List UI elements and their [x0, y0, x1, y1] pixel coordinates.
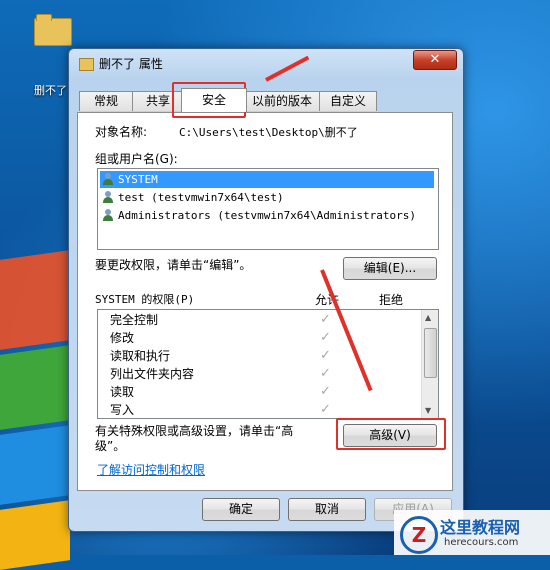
title-bar[interactable]: 删不了 属性 ✕: [69, 49, 463, 77]
cancel-button-label: 取消: [314, 502, 339, 516]
allow-check-icon: ✓: [320, 312, 331, 327]
user-list[interactable]: SYSTEM test (testvmwin7x64\test) Adminis…: [97, 168, 439, 250]
list-item: 写入 ✓: [110, 401, 410, 418]
permission-name: 完全控制: [110, 313, 159, 327]
object-name-label: 对象名称:: [95, 125, 148, 139]
user-name: test (testvmwin7x64\test): [118, 191, 284, 204]
scroll-down-icon[interactable]: ▼: [425, 406, 431, 415]
allow-check-icon: ✓: [320, 348, 331, 363]
watermark: Z 这里教程网 herecours.com: [394, 510, 550, 555]
permissions-list[interactable]: 完全控制 ✓ 修改 ✓ 读取和执行 ✓ 列出文件夹内容 ✓ 读取 ✓ 写入 ✓ ▲ ▼: [97, 309, 439, 419]
permission-name: 修改: [110, 331, 135, 345]
ok-button[interactable]: 确定: [202, 498, 280, 521]
list-item: 读取和执行 ✓: [110, 347, 410, 365]
ok-button-label: 确定: [228, 502, 253, 516]
permission-name: 列出文件夹内容: [110, 367, 195, 381]
deny-header: 拒绝: [379, 293, 404, 307]
permissions-scrollbar[interactable]: ▲ ▼: [421, 310, 438, 418]
folder-icon: [34, 14, 72, 46]
edit-hint: 要更改权限，请单击“编辑”。: [95, 258, 252, 272]
cancel-button[interactable]: 取消: [288, 498, 366, 521]
tab-security[interactable]: 安全: [181, 88, 247, 112]
tab-general[interactable]: 常规: [79, 91, 133, 111]
allow-check-icon: ✓: [320, 384, 331, 399]
watermark-name: 这里教程网: [440, 518, 521, 537]
list-item: 读取 ✓: [110, 383, 410, 401]
advanced-button-highlight: [336, 418, 446, 450]
allow-check-icon: ✓: [320, 402, 331, 417]
properties-window: 删不了 属性 ✕ 常规 共享 安全 以前的版本 自定义 对象名称: C:\Use…: [68, 48, 464, 532]
tab-customize[interactable]: 自定义: [319, 91, 377, 111]
tab-label: 自定义: [329, 94, 366, 108]
permission-name: 写入: [110, 403, 135, 417]
permission-name: 读取和执行: [110, 349, 171, 363]
desktop-folder-shortcut[interactable]: 删不了: [30, 14, 74, 97]
learn-access-control-link[interactable]: 了解访问控制和权限: [97, 461, 205, 478]
tab-previous-versions[interactable]: 以前的版本: [243, 91, 321, 111]
list-item[interactable]: Administrators (testvmwin7x64\Administra…: [100, 207, 434, 224]
close-button[interactable]: ✕: [413, 50, 457, 70]
users-group-icon: [102, 209, 114, 221]
edit-button-label: 编辑(E)...: [363, 261, 417, 275]
tab-label: 共享: [145, 94, 170, 108]
tab-label: 常规: [93, 94, 118, 108]
folder-icon: [79, 56, 94, 71]
allow-check-icon: ✓: [320, 330, 331, 345]
users-group-icon: [102, 173, 114, 185]
list-item[interactable]: test (testvmwin7x64\test): [100, 189, 434, 206]
close-icon: ✕: [429, 52, 441, 67]
allow-check-icon: ✓: [320, 366, 331, 381]
user-name: Administrators (testvmwin7x64\Administra…: [118, 209, 417, 222]
group-label: 组或用户名(G):: [95, 152, 178, 166]
scroll-up-icon[interactable]: ▲: [425, 313, 431, 322]
permissions-label: SYSTEM 的权限(P): [95, 293, 195, 306]
desktop-folder-label: 删不了: [34, 84, 67, 97]
advanced-hint-cont: 级”。: [95, 439, 126, 453]
user-icon: [102, 191, 114, 203]
list-item: 修改 ✓: [110, 329, 410, 347]
window-title: 删不了 属性: [99, 57, 163, 71]
user-name: SYSTEM: [118, 173, 158, 186]
scroll-thumb[interactable]: [424, 328, 437, 378]
object-name-value: C:\Users\test\Desktop\删不了: [179, 126, 358, 139]
tab-label: 以前的版本: [251, 94, 312, 108]
windows-logo-yellow: [0, 500, 70, 570]
edit-button[interactable]: 编辑(E)...: [343, 257, 437, 280]
windows-logo-green: [0, 345, 70, 430]
list-item[interactable]: SYSTEM: [100, 171, 434, 188]
windows-logo-blue: [0, 425, 70, 505]
tab-label: 安全: [201, 93, 226, 107]
watermark-logo: Z: [400, 516, 438, 554]
watermark-site: herecours.com: [444, 537, 519, 548]
windows-logo-red: [0, 250, 70, 350]
permission-name: 读取: [110, 385, 135, 399]
list-item: 完全控制 ✓: [110, 311, 410, 329]
